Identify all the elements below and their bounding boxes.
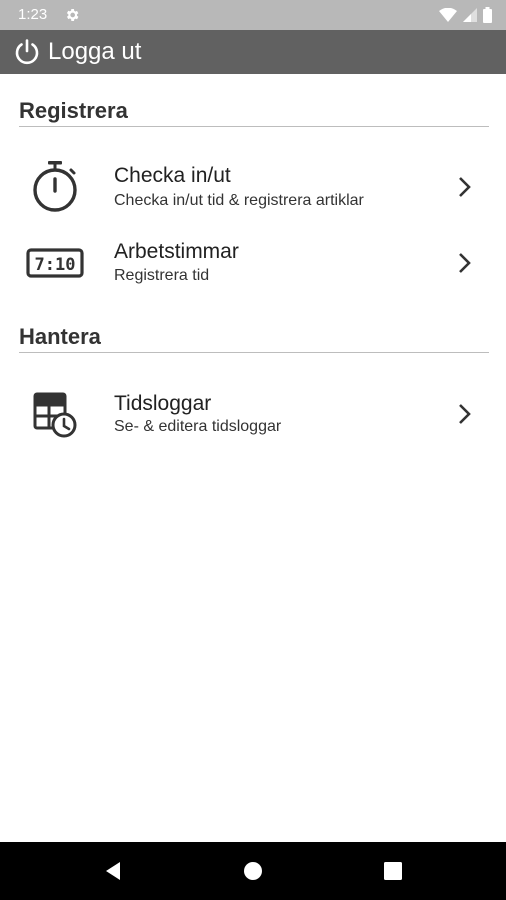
chevron-right-icon (459, 253, 471, 273)
app-bar: Logga ut (0, 30, 506, 74)
recents-icon (384, 862, 402, 880)
chevron-right-icon (459, 177, 471, 197)
back-button[interactable] (98, 856, 128, 886)
settings-icon (66, 9, 79, 21)
menu-item-subtitle: Checka in/ut tid & registrera artiklar (114, 192, 364, 209)
menu-item-title: Tidsloggar (114, 392, 212, 415)
logout-label: Logga ut (48, 38, 142, 65)
home-icon (244, 862, 262, 880)
status-bar: 1:23 (0, 0, 506, 30)
home-button[interactable] (238, 856, 268, 886)
section-header-registrera: Registrera (19, 98, 489, 127)
menu-item-arbetstimmar[interactable]: 7:10 Arbetstimmar Registrera tid (0, 232, 506, 296)
digital-clock-text: 7:10 (35, 255, 76, 275)
stopwatch-icon (24, 158, 86, 214)
battery-icon (483, 7, 492, 23)
chevron-right-icon (459, 404, 471, 424)
menu-item-subtitle: Registrera tid (114, 267, 210, 284)
menu-item-checka-in-ut[interactable]: Checka in/ut Checka in/ut tid & registre… (0, 156, 506, 220)
section-header-hantera: Hantera (19, 324, 489, 353)
menu-item-tidsloggar[interactable]: Tidsloggar Se- & editera tidsloggar (0, 384, 506, 448)
logout-button[interactable]: Logga ut (0, 37, 141, 67)
navigation-bar (0, 842, 506, 900)
status-time: 1:23 (18, 6, 48, 23)
menu-item-title: Checka in/ut (114, 164, 231, 187)
menu-item-subtitle: Se- & editera tidsloggar (114, 418, 282, 435)
status-icons (439, 7, 492, 23)
recents-button[interactable] (378, 856, 408, 886)
digital-clock-icon: 7:10 (24, 234, 86, 290)
wifi-icon (439, 8, 457, 22)
timesheet-icon (24, 386, 86, 442)
signal-icon (463, 8, 477, 22)
back-icon (106, 862, 120, 880)
menu-item-title: Arbetstimmar (114, 240, 239, 263)
power-icon (15, 39, 39, 65)
